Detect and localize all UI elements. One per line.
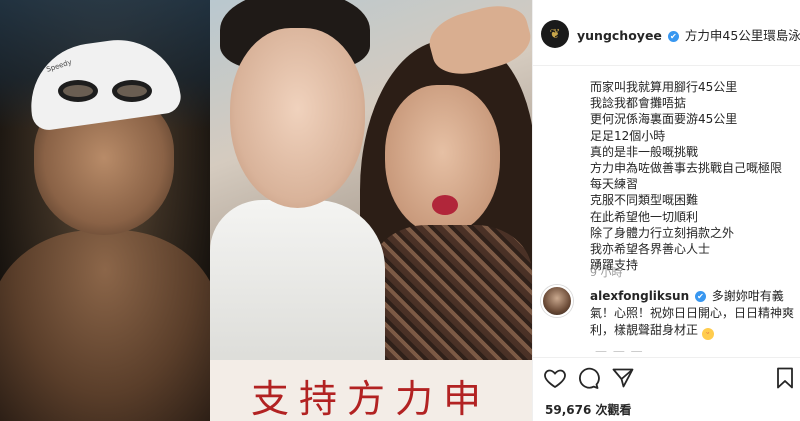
comment-avatar[interactable] [541, 285, 573, 317]
post-photo-left[interactable]: Speedy [0, 0, 210, 421]
post-caption: 而家叫我就算用腳行45公里 我諗我都會攤唔掂 更何況係海裏面要游45公里 足足1… [590, 79, 790, 273]
caption-line: 更何況係海裏面要游45公里 [590, 112, 738, 127]
action-bar: 59,676 次觀看 [533, 357, 800, 421]
share-icon[interactable] [611, 366, 635, 390]
swimmer-shoulders [0, 230, 210, 421]
post-photo-selfie[interactable]: 支持方力申 [210, 0, 532, 421]
woman-scarf [370, 225, 532, 360]
heart-icon[interactable] [543, 366, 567, 390]
comment-username[interactable]: alexfongliksun [590, 289, 689, 303]
man-jacket [210, 200, 385, 370]
caption-line: 方力申為咗做善事去挑戰自己嘅極限 [590, 161, 783, 176]
woman-lips [432, 195, 458, 215]
post-timestamp[interactable]: 9 小時 [590, 264, 623, 280]
header-line: yungchoyee ✔ 方力申45公里環島泳 [577, 25, 800, 44]
caption-line: 足足12個小時 [590, 128, 666, 143]
post-header: ❦ yungchoyee ✔ 方力申45公里環島泳 [533, 0, 800, 66]
caption-line: 真的是非一般嘅挑戰 [590, 144, 699, 159]
savoring-food-emoji-icon: ᵕ [701, 328, 714, 340]
comment-icon[interactable] [576, 366, 600, 390]
caption-line: 我亦希望各界善心人士 [590, 242, 711, 257]
goggle-left [58, 80, 98, 102]
caption-line: 克服不同類型嘅困難 [590, 193, 699, 208]
photo-overlay-text: 支持方力申 [250, 377, 491, 421]
post-location[interactable]: 方力申45公里環島泳 [685, 28, 800, 43]
post-username[interactable]: yungchoyee [577, 28, 662, 43]
avatar[interactable]: ❦ [541, 20, 569, 48]
more-comments-indicator[interactable]: — — — [595, 344, 644, 358]
goggle-right [112, 80, 152, 102]
caption-line: 我諗我都會攤唔掂 [590, 96, 687, 111]
verified-badge-icon: ✔ [694, 291, 706, 302]
caption-line: 除了身體力行立刻捐款之外 [590, 225, 735, 240]
comment-body: alexfongliksun ✔ 多謝妳咁有義氣！心照！祝妳日日開心，日日精神爽… [590, 288, 795, 340]
caption-line: 在此希望他一切順利 [590, 209, 699, 224]
caption-line: 而家叫我就算用腳行45公里 [590, 80, 738, 94]
caption-line: 每天練習 [590, 177, 639, 192]
man-face [230, 28, 365, 208]
view-count[interactable]: 59,676 次觀看 [545, 401, 632, 418]
post-sidebar: ❦ yungchoyee ✔ 方力申45公里環島泳 而家叫我就算用腳行45公里 … [532, 0, 800, 421]
bookmark-icon[interactable] [773, 366, 797, 390]
logo-emblem-icon: ❦ [549, 26, 561, 42]
verified-badge-icon: ✔ [667, 31, 679, 42]
